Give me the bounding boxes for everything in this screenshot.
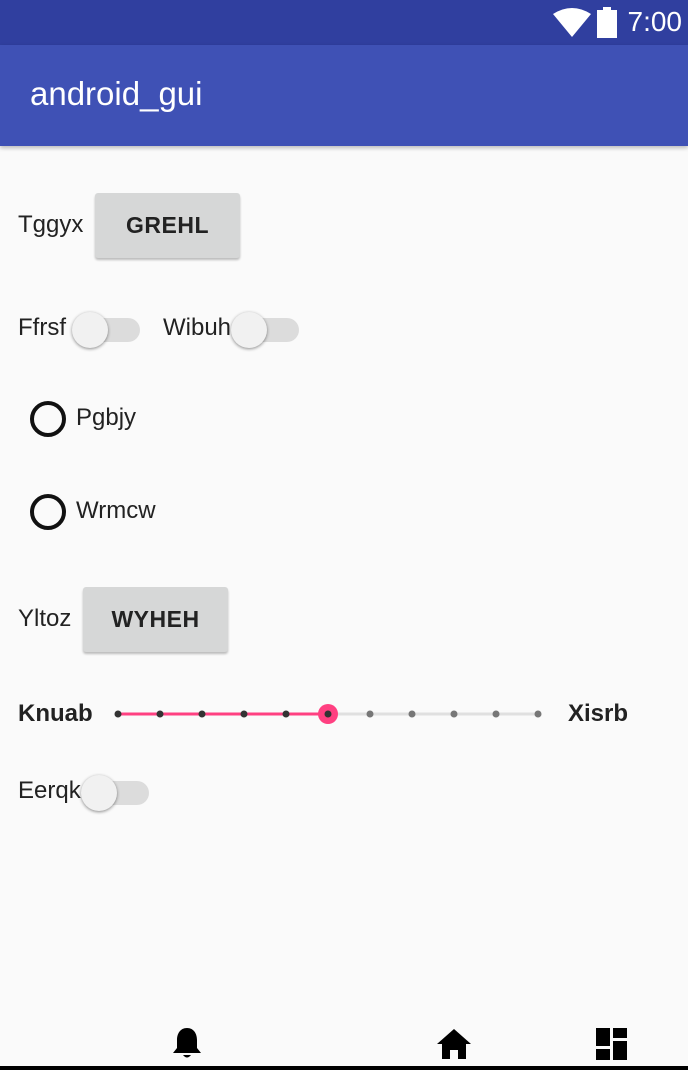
slider-tick [240,710,248,718]
radio-label: Wrmcw [76,497,156,524]
switch-thumb [231,312,267,348]
ffrsf-label: Ffrsf [18,314,66,341]
slider-tick [450,710,458,718]
knuab-label: Knuab [18,700,93,727]
radio-label: Pgbjy [76,404,137,431]
slider-tick [198,710,206,718]
status-time: 7:00 [627,6,683,37]
app-bar: android_gui [0,45,688,146]
wibuh-switch[interactable] [231,308,301,348]
grehl-button[interactable]: GREHL [95,193,240,258]
slider-tick [408,710,416,718]
nav-bar-line [0,1066,688,1070]
ffrsf-switch[interactable] [72,308,142,348]
tggyx-label: Tggyx [18,211,84,238]
switch-thumb [81,775,117,811]
radio-button[interactable] [30,494,66,530]
eerqk-switch[interactable] [81,771,151,811]
slider-tick [534,710,542,718]
wyheh-button[interactable]: WYHEH [83,587,228,652]
battery-icon [597,7,617,38]
wibuh-label: Wibuh [163,314,232,341]
home-icon[interactable] [436,1028,472,1060]
bottom-nav-bar [0,1018,688,1070]
switch-thumb [72,312,108,348]
status-bar: 7:00 [0,0,688,45]
wifi-icon [553,8,591,37]
discrete-slider[interactable] [100,695,560,735]
eerqk-label: Eerqk [18,777,81,804]
slider-tick [282,710,290,718]
slider-tick [156,710,164,718]
dashboard-icon[interactable] [595,1027,629,1061]
slider-tick [114,710,122,718]
bell-icon[interactable] [172,1026,202,1060]
radio-button[interactable] [30,401,66,437]
slider-tick [366,710,374,718]
app-title: android_gui [30,75,203,112]
yltoz-label: Yltoz [18,605,72,632]
slider-tick [492,710,500,718]
xisrb-label: Xisrb [568,700,629,727]
slider-thumb-tick [324,710,332,718]
